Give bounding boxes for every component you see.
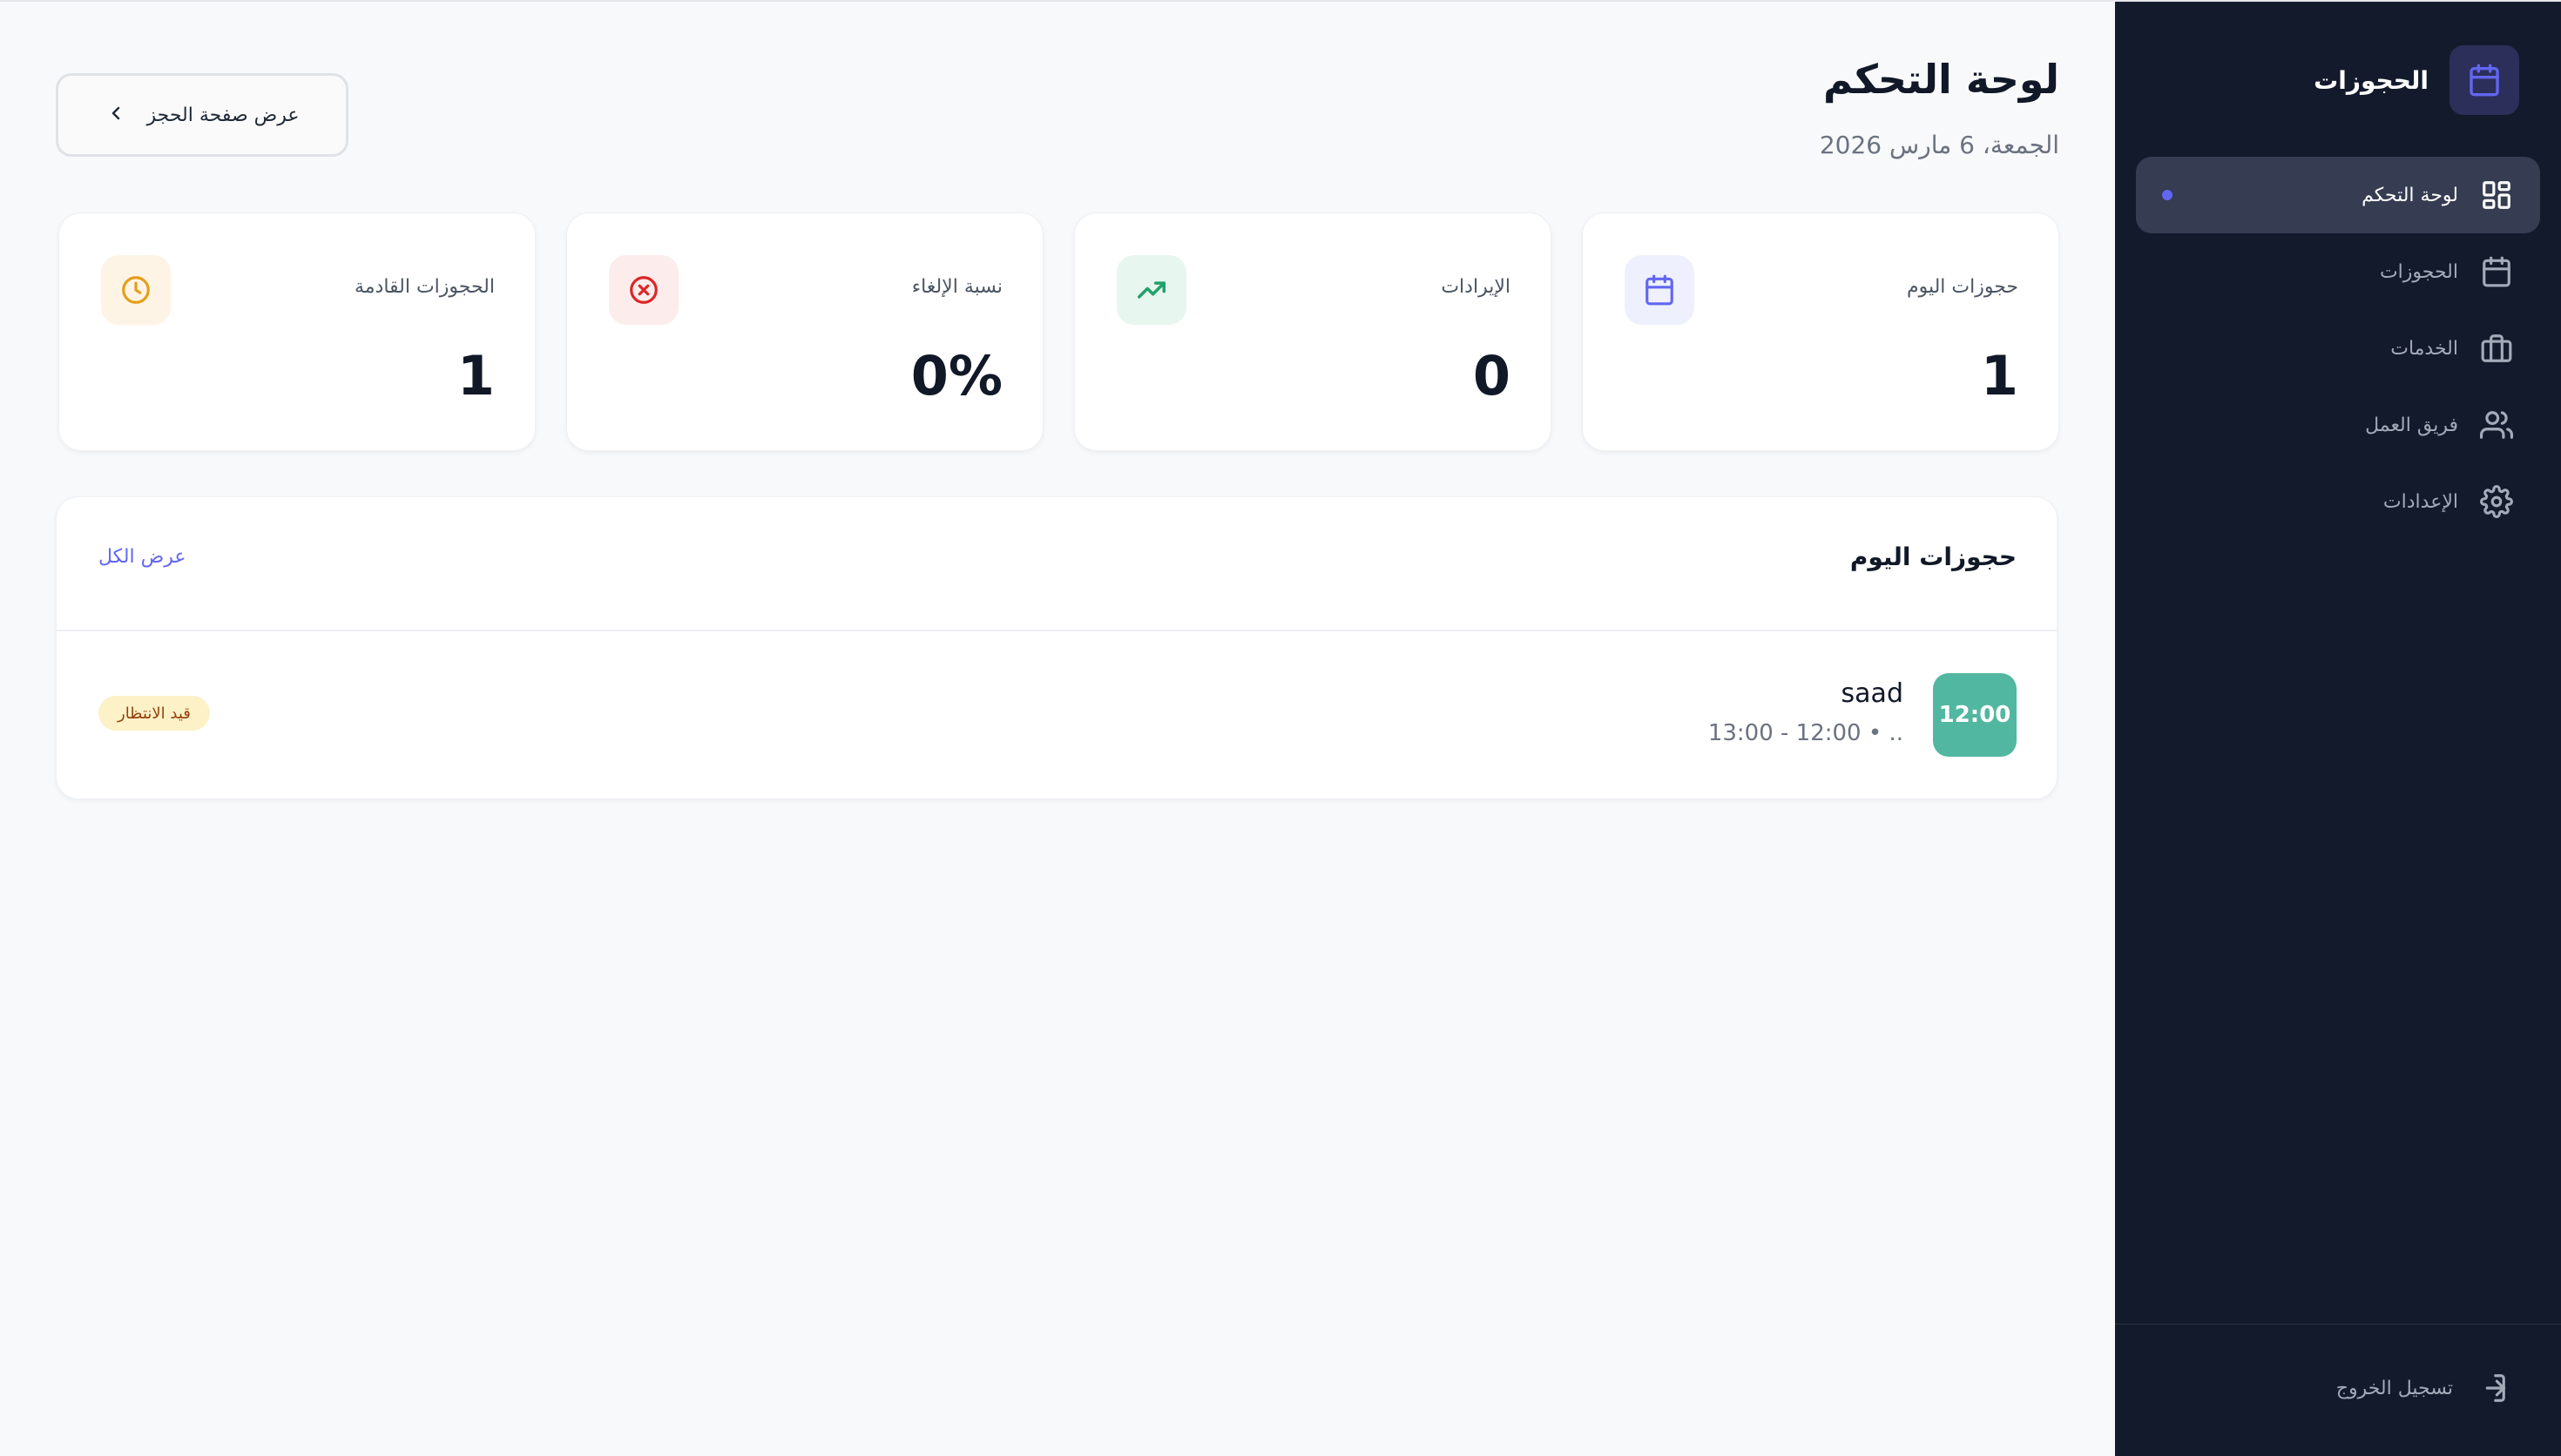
logout-label: تسجيل الخروج	[2335, 1377, 2453, 1399]
sidebar: الحجوزات لوحة التحكم الحجوزات الخدمات فر…	[2115, 0, 2561, 1456]
stat-value: 0%	[910, 344, 1003, 408]
sidebar-item-bookings[interactable]: الحجوزات	[2136, 233, 2540, 310]
booking-time-badge: 12:00	[1933, 673, 2017, 757]
stat-card-today-bookings: حجوزات اليوم 1	[1582, 212, 2059, 451]
sidebar-item-label: فريق العمل	[2365, 414, 2458, 436]
users-icon	[2479, 408, 2514, 442]
today-bookings-panel: حجوزات اليوم عرض الكل 12:00 saad 13:00 -…	[56, 496, 2058, 799]
view-all-link[interactable]: عرض الكل	[98, 546, 186, 568]
clock-icon	[101, 255, 171, 325]
active-indicator	[2162, 190, 2172, 200]
sidebar-item-dashboard[interactable]: لوحة التحكم	[2136, 157, 2540, 233]
stat-label: الإيرادات	[1441, 276, 1510, 298]
sidebar-item-label: الحجوزات	[2379, 260, 2458, 283]
stat-card-revenue: الإيرادات 0	[1074, 212, 1551, 451]
stat-value: 0	[1472, 344, 1510, 408]
page-date: الجمعة، 6 مارس 2026	[1819, 131, 2059, 159]
logout-icon	[2474, 1371, 2509, 1405]
panel-title: حجوزات اليوم	[1849, 543, 2017, 571]
calendar-icon	[2450, 45, 2519, 115]
x-circle-icon	[609, 255, 679, 325]
dashboard-grid-icon	[2479, 178, 2514, 212]
booking-customer-name: saad	[1841, 678, 1903, 709]
brand-title: الحجوزات	[2314, 65, 2429, 95]
page-title: لوحة التحكم	[1823, 56, 2059, 103]
status-badge: قيد الانتظار	[98, 696, 210, 731]
stat-card-cancellation-rate: نسبة الإلغاء 0%	[566, 212, 1044, 451]
briefcase-icon	[2479, 331, 2514, 366]
brand: الحجوزات	[2314, 45, 2519, 115]
main-content: لوحة التحكم الجمعة، 6 مارس 2026 عرض صفحة…	[0, 0, 2115, 1456]
sidebar-item-settings[interactable]: الإعدادات	[2136, 463, 2540, 540]
stat-label: نسبة الإلغاء	[911, 276, 1003, 298]
sidebar-item-team[interactable]: فريق العمل	[2136, 387, 2540, 463]
sidebar-item-label: لوحة التحكم	[2362, 184, 2458, 206]
stat-label: حجوزات اليوم	[1906, 276, 2018, 298]
sidebar-item-services[interactable]: الخدمات	[2136, 310, 2540, 387]
sidebar-divider	[2115, 1324, 2561, 1325]
sidebar-item-label: الإعدادات	[2382, 490, 2458, 513]
panel-divider	[57, 630, 2057, 631]
stat-card-upcoming-bookings: الحجوزات القادمة 1	[58, 212, 536, 451]
logout-button[interactable]: تسجيل الخروج	[2336, 1371, 2509, 1405]
stat-label: الحجوزات القادمة	[354, 276, 495, 298]
gear-icon	[2479, 484, 2514, 519]
view-booking-page-label: عرض صفحة الحجز	[146, 104, 300, 126]
stat-value: 1	[456, 344, 495, 408]
calendar-icon	[2479, 254, 2514, 289]
booking-details: 13:00 - 12:00 • ..	[1707, 720, 1903, 746]
calendar-icon	[1625, 255, 1694, 325]
sidebar-nav: لوحة التحكم الحجوزات الخدمات فريق العمل	[2136, 157, 2540, 540]
stat-value: 1	[1980, 344, 2018, 408]
trending-up-icon	[1117, 255, 1186, 325]
view-booking-page-button[interactable]: عرض صفحة الحجز	[56, 73, 348, 157]
chevron-left-icon	[105, 103, 126, 127]
sidebar-item-label: الخدمات	[2390, 337, 2458, 360]
